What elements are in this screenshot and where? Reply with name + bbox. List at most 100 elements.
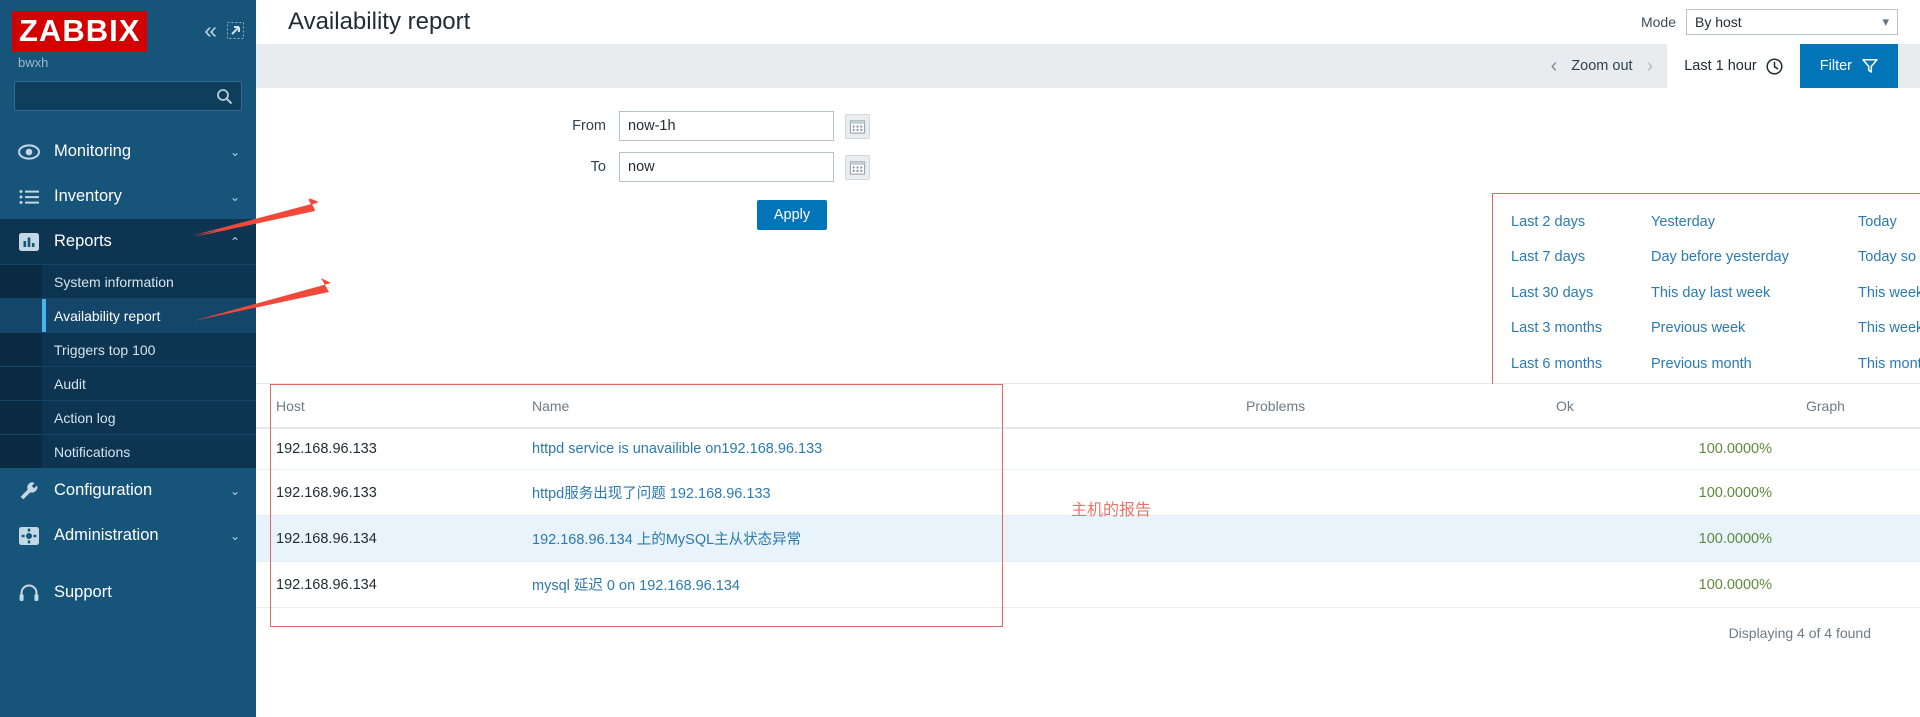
funnel-icon [1862, 58, 1878, 74]
annotation-host-note: 主机的报告 [1071, 500, 1152, 519]
cell-host: 192.168.96.133 [256, 428, 516, 470]
cell-ok: 100.0000% [1556, 469, 1806, 516]
sidebar-nav: Monitoring ⌄ Inventory ⌄ Reports ⌃ Syste… [0, 129, 256, 615]
ok-value: 100.0000% [1698, 576, 1772, 593]
cell-name: mysql 延迟 0 on 192.168.96.134 [516, 561, 1246, 608]
page-title: Availability report [288, 8, 471, 35]
quick-range-item[interactable]: Yesterday [1651, 204, 1858, 240]
sidebar-item-monitoring[interactable]: Monitoring ⌄ [0, 129, 256, 174]
sidebar-item-inventory[interactable]: Inventory ⌄ [0, 174, 256, 219]
sidebar-item-support[interactable]: Support [0, 570, 256, 615]
column-header-problems: Problems [1246, 384, 1556, 429]
submenu-label: Availability report [54, 307, 161, 324]
cell-graph: Show [1806, 561, 1920, 608]
to-input[interactable] [619, 152, 834, 182]
quick-range-item[interactable]: Last 6 months [1511, 346, 1651, 382]
submenu-label: Action log [54, 409, 116, 426]
column-header-host[interactable]: Host [256, 384, 516, 429]
cell-name: 192.168.96.134 上的MySQL主从状态异常 [516, 515, 1246, 562]
quick-range-item[interactable]: Previous month [1651, 346, 1858, 382]
cell-graph: Show [1806, 515, 1920, 562]
time-form: From now-1h To now Apply [256, 88, 1236, 383]
sidebar: ZABBIX « bwxh Monitoring ⌄ Inventory ⌄ R… [0, 0, 256, 717]
filter-button[interactable]: Filter [1799, 44, 1898, 88]
cell-problems [1246, 561, 1556, 608]
filter-label: Filter [1819, 58, 1852, 74]
calendar-icon[interactable] [845, 113, 870, 139]
chevron-down-icon: ▾ [1882, 14, 1889, 29]
sidebar-search[interactable] [14, 81, 242, 111]
list-icon [18, 186, 40, 208]
sidebar-item-administration[interactable]: Administration ⌄ [0, 513, 256, 558]
quick-range-item[interactable]: Day before yesterday [1651, 240, 1858, 276]
quick-range-item[interactable]: Last 30 days [1511, 275, 1651, 311]
search-icon[interactable] [216, 88, 233, 105]
table-footer-count: Displaying 4 of 4 found [1728, 625, 1871, 641]
cell-graph: Show [1806, 428, 1920, 470]
report-table-zone: Host Name Problems Ok Graph 192.168.96.1… [256, 384, 1920, 717]
apply-button[interactable]: Apply [757, 200, 827, 230]
ok-value: 100.0000% [1698, 441, 1772, 457]
search-input[interactable] [23, 88, 216, 104]
sidebar-label-inventory: Inventory [54, 187, 122, 205]
trigger-link[interactable]: mysql 延迟 0 on 192.168.96.134 [532, 578, 740, 594]
chevron-down-icon: ⌄ [229, 189, 240, 204]
page-header: Availability report Mode By host ▾ [256, 0, 1920, 44]
trigger-link[interactable]: httpd service is unavailible on192.168.9… [532, 441, 822, 457]
trigger-link[interactable]: 192.168.96.134 上的MySQL主从状态异常 [532, 532, 801, 548]
quick-range-item[interactable]: Previous week [1651, 311, 1858, 347]
expand-icon[interactable] [227, 22, 244, 39]
sidebar-item-action-log[interactable]: Action log [0, 400, 256, 434]
cell-host: 192.168.96.134 [256, 561, 516, 608]
quick-range-item[interactable]: This day last week [1651, 275, 1858, 311]
quick-range-item[interactable]: Today so far [1858, 240, 1920, 276]
sidebar-item-audit[interactable]: Audit [0, 366, 256, 400]
ok-value: 100.0000% [1698, 484, 1772, 501]
bar-chart-icon [18, 231, 40, 253]
wrench-icon [18, 480, 40, 502]
column-header-graph: Graph [1806, 384, 1920, 429]
quick-range-item[interactable]: This week so far [1858, 311, 1920, 347]
reports-submenu-wrap: System information Availability report T… [0, 264, 256, 468]
sidebar-item-reports[interactable]: Reports ⌃ [0, 219, 256, 264]
mode-select[interactable]: By host ▾ [1686, 9, 1898, 35]
cell-problems [1246, 428, 1556, 470]
sidebar-item-notifications[interactable]: Notifications [0, 434, 256, 468]
sidebar-item-system-information[interactable]: System information [0, 264, 256, 298]
chevron-right-icon[interactable]: › [1633, 56, 1668, 76]
submenu-label: Notifications [54, 443, 131, 460]
double-chevron-left-icon[interactable]: « [204, 19, 217, 42]
cell-ok: 100.0000% [1556, 515, 1806, 562]
filter-panel: From now-1h To now Apply Last 2 days Las… [256, 88, 1920, 513]
from-input[interactable] [619, 111, 834, 141]
zabbix-logo: ZABBIX [12, 11, 148, 52]
gear-icon [18, 525, 40, 547]
sidebar-item-configuration[interactable]: Configuration ⌄ [0, 468, 256, 513]
calendar-icon[interactable] [845, 154, 870, 180]
time-range-tab[interactable]: Last 1 hour [1667, 44, 1800, 88]
table-row: 192.168.96.134 mysql 延迟 0 on 192.168.96.… [256, 561, 1920, 608]
quick-range-item[interactable]: Last 2 days [1511, 204, 1651, 240]
mode-control: Mode By host ▾ [1641, 9, 1898, 35]
table-row: 192.168.96.134 192.168.96.134 上的MySQL主从状… [256, 515, 1920, 562]
quick-range-item[interactable]: Today [1858, 204, 1920, 240]
quick-range-item[interactable]: This week [1858, 275, 1920, 311]
chevron-down-icon: ⌄ [229, 144, 240, 159]
sidebar-item-availability-report[interactable]: Availability report [0, 298, 256, 332]
cell-graph: Show [1806, 469, 1920, 516]
sidebar-label-configuration: Configuration [54, 481, 153, 499]
trigger-link[interactable]: httpd服务出现了问题 192.168.96.133 [532, 486, 771, 502]
chevron-left-icon[interactable]: ‹ [1537, 56, 1572, 76]
sidebar-label-monitoring: Monitoring [54, 142, 132, 160]
quick-range-item[interactable]: Last 7 days [1511, 240, 1651, 276]
headset-icon [18, 582, 40, 604]
zoom-out-button[interactable]: Zoom out [1571, 58, 1632, 74]
quick-range-item[interactable]: This month [1858, 346, 1920, 382]
column-header-name[interactable]: Name [516, 384, 1246, 429]
to-label: To [590, 159, 606, 175]
quick-range-item[interactable]: Last 3 months [1511, 311, 1651, 347]
cell-host: 192.168.96.134 [256, 515, 516, 562]
sidebar-item-triggers-top-100[interactable]: Triggers top 100 [0, 332, 256, 366]
to-row: To [256, 152, 1236, 182]
chevron-down-icon: ⌄ [229, 528, 240, 543]
